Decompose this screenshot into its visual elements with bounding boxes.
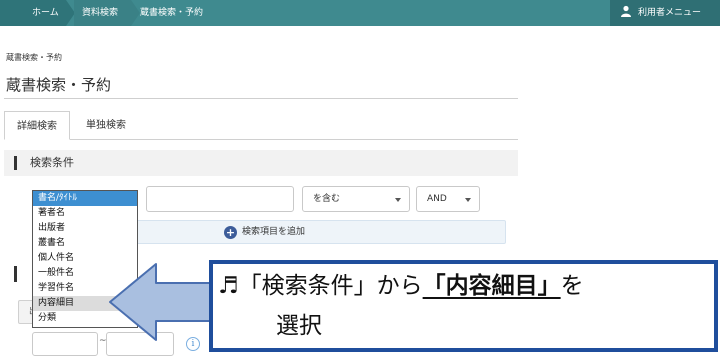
callout-line-2: 選択 [276,313,322,339]
callout-prefix: ♬「検索条件」から [218,273,423,299]
page: ホーム 資料検索 蔵書検索・予約 利用者メニュー 蔵書検索・予約 蔵書検索・予約… [0,0,720,360]
callout-emphasis: 「内容細目」 [422,273,561,299]
callout-suffix: を [560,273,584,299]
callout-line-1: ♬「検索条件」から「内容細目」を [218,270,584,302]
